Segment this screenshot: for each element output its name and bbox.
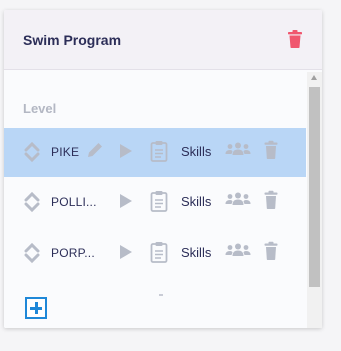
skills-link[interactable]: Skills <box>181 194 211 209</box>
level-name: PIKE <box>51 145 80 159</box>
trash-icon[interactable] <box>264 241 278 261</box>
level-row[interactable]: PIKE Skills <box>4 128 306 177</box>
level-name: POLLI... <box>51 195 97 209</box>
group-icon[interactable] <box>225 192 251 206</box>
scroll-up-arrow-icon[interactable] <box>311 75 317 80</box>
level-row[interactable]: PORP... Skills <box>4 229 306 278</box>
divider <box>159 294 163 296</box>
play-icon[interactable] <box>119 143 133 159</box>
play-icon[interactable] <box>119 193 133 209</box>
level-name: PORP... <box>51 246 95 260</box>
clipboard-icon[interactable] <box>150 190 168 212</box>
clipboard-icon[interactable] <box>150 140 168 162</box>
skills-link[interactable]: Skills <box>181 144 211 159</box>
skills-link[interactable]: Skills <box>181 245 211 260</box>
trash-icon[interactable] <box>264 190 278 210</box>
add-level-plus-icon[interactable] <box>25 297 47 319</box>
swim-program-panel: Swim Program Level PIKE Skills POLLI... … <box>4 10 322 328</box>
level-row[interactable]: POLLI... Skills <box>4 178 306 227</box>
reorder-arrows-icon[interactable] <box>24 241 40 265</box>
panel-header: Swim Program <box>4 10 322 70</box>
pencil-icon[interactable] <box>86 141 104 159</box>
reorder-arrows-icon[interactable] <box>24 140 40 164</box>
clipboard-icon[interactable] <box>150 241 168 263</box>
group-icon[interactable] <box>225 142 251 156</box>
group-icon[interactable] <box>225 243 251 257</box>
section-label-level: Level <box>23 101 57 116</box>
delete-program-trash-icon[interactable] <box>287 29 303 49</box>
scrollbar-thumb[interactable] <box>309 87 320 287</box>
level-list: Level PIKE Skills POLLI... Skills PORP..… <box>4 70 322 328</box>
panel-title: Swim Program <box>23 32 122 48</box>
trash-icon[interactable] <box>264 140 278 160</box>
reorder-arrows-icon[interactable] <box>24 190 40 214</box>
play-icon[interactable] <box>119 244 133 260</box>
